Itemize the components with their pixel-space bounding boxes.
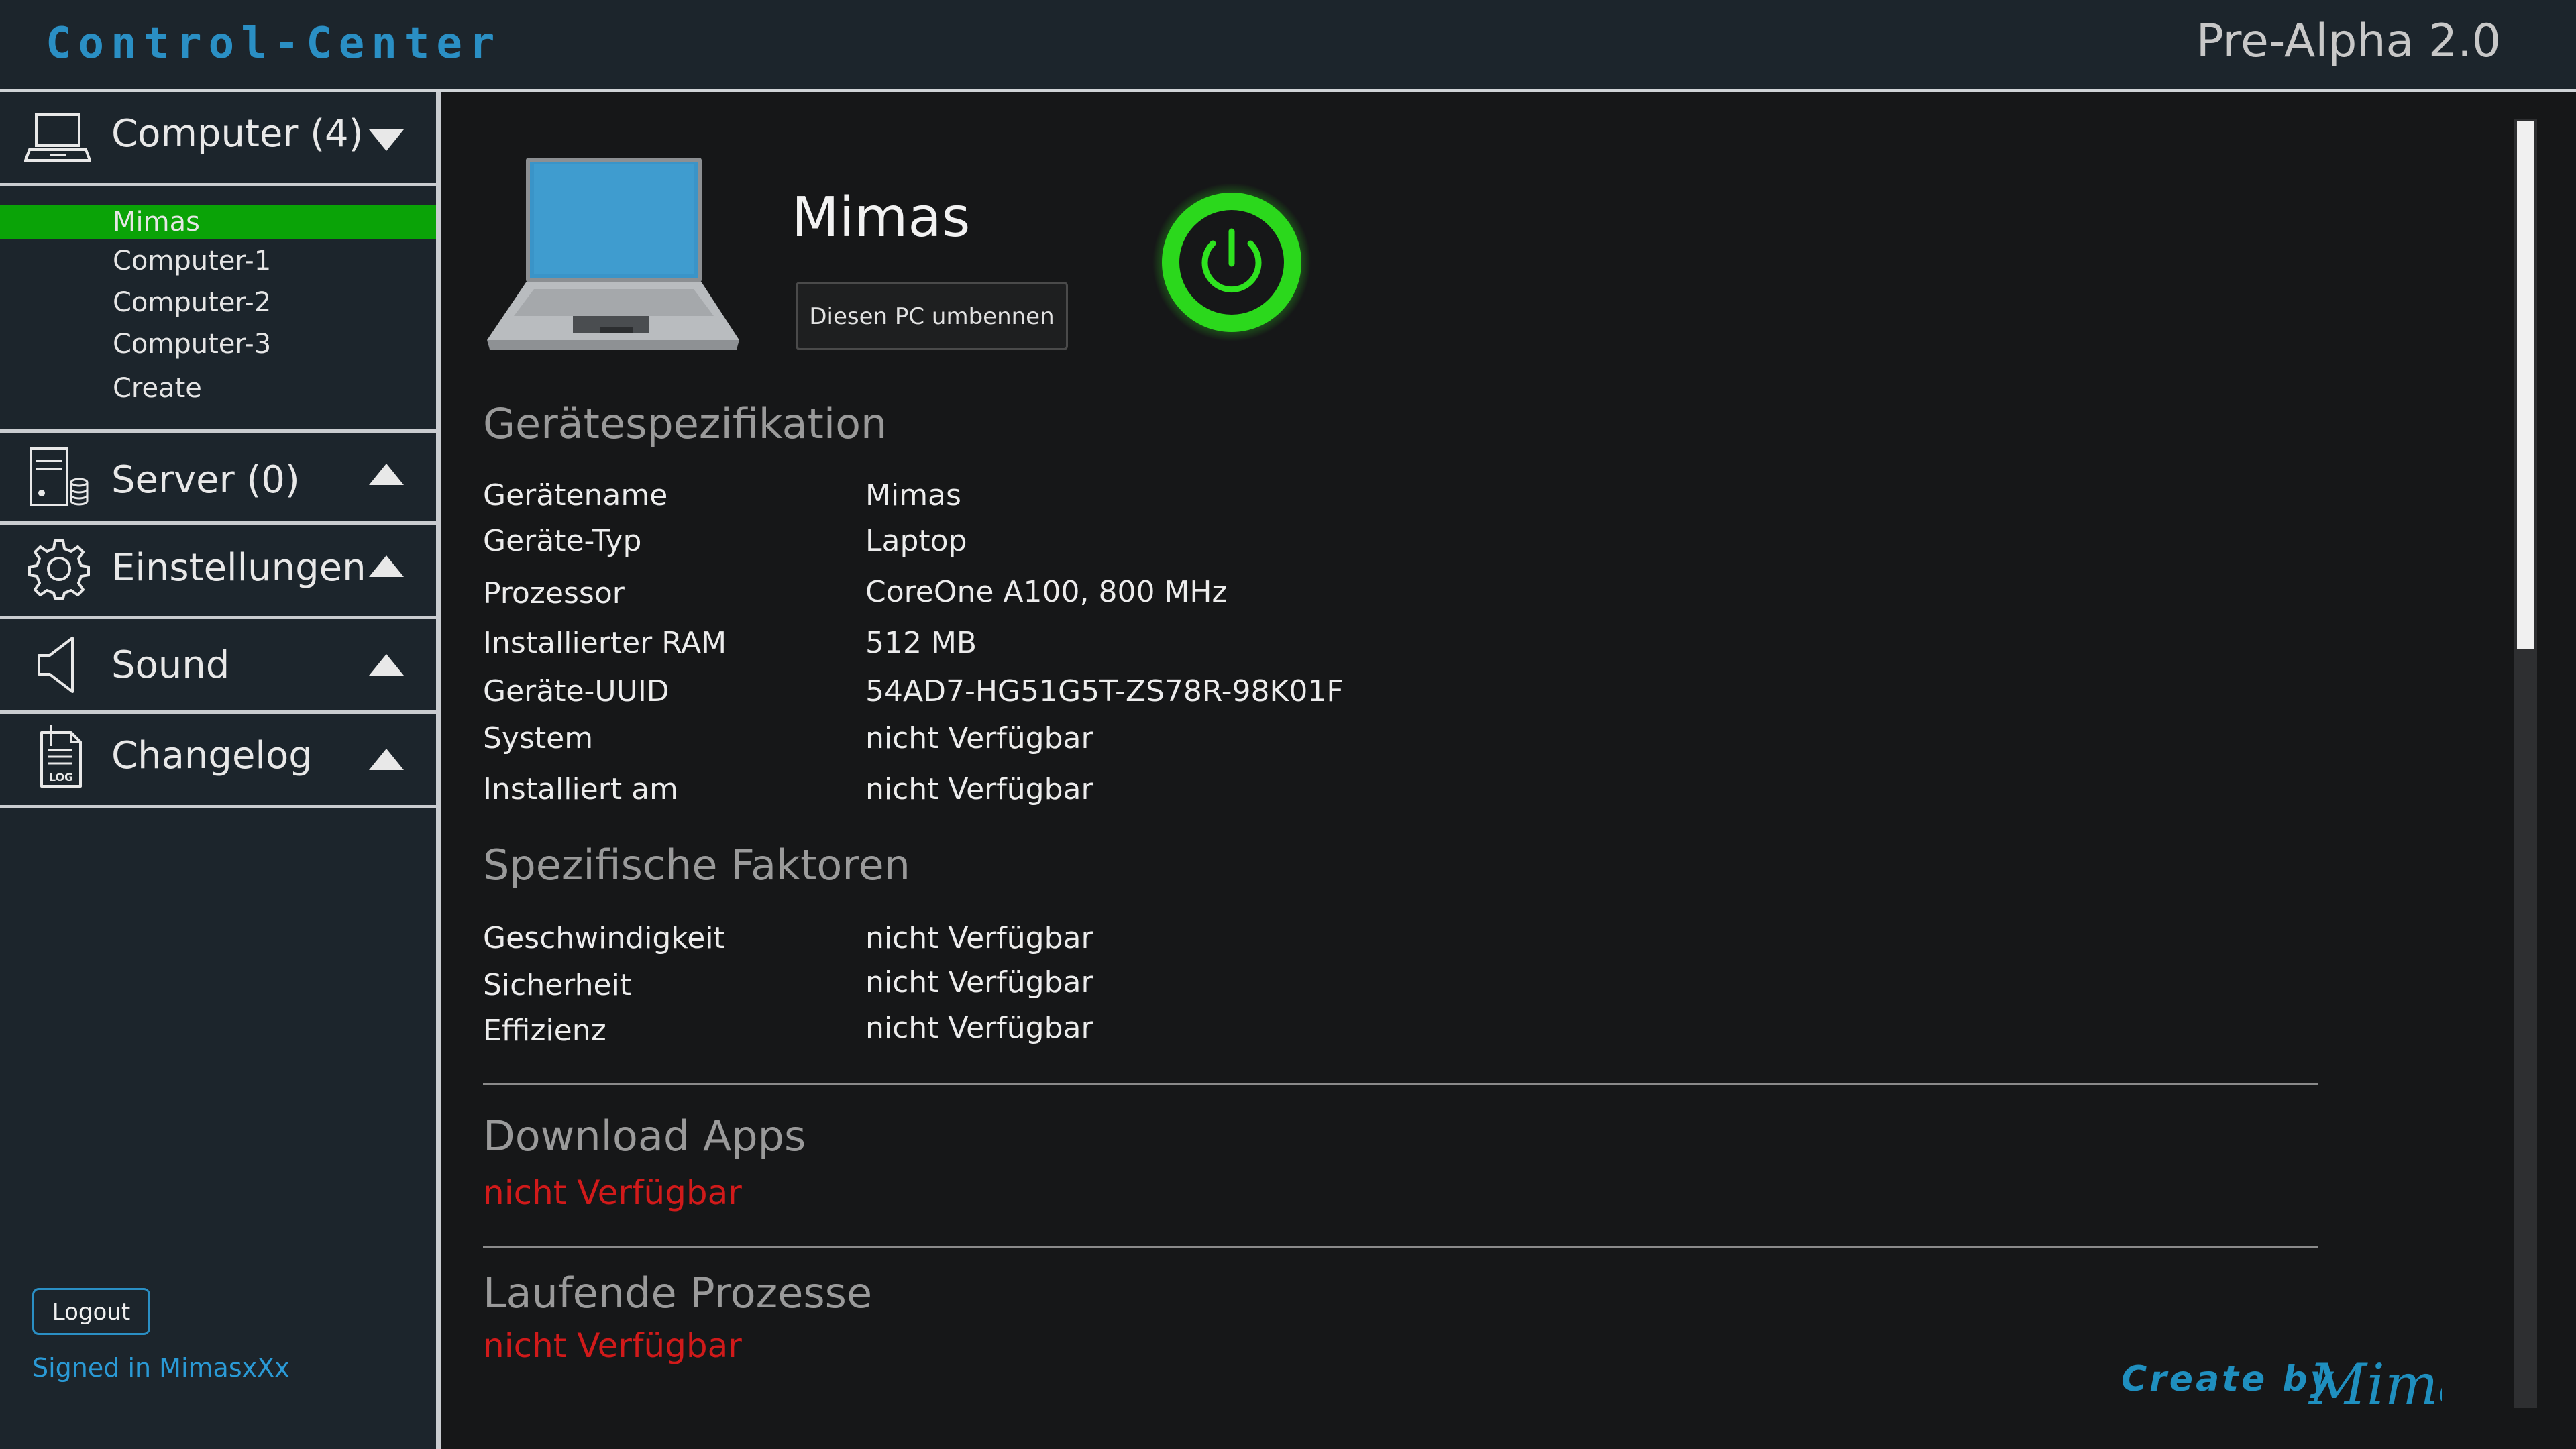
svg-text:Mimas: Mimas <box>2308 1352 2442 1417</box>
spec-value: 512 MB <box>865 626 977 660</box>
computer-item-label: Create <box>113 373 202 404</box>
spec-value: Mimas <box>865 478 961 513</box>
sidebar-section-changelog[interactable]: LOG Changelog <box>0 714 436 808</box>
speaker-icon <box>38 637 74 693</box>
laptop-icon <box>24 113 91 162</box>
sidebar-section-computer[interactable]: Computer (4) <box>0 92 436 186</box>
sidebar-section-sound[interactable]: Sound <box>0 619 436 714</box>
spec-label: Geräte-UUID <box>483 674 669 708</box>
logout-button[interactable]: Logout <box>32 1288 150 1335</box>
version-label: Pre-Alpha 2.0 <box>2196 15 2501 68</box>
divider <box>483 1246 2318 1248</box>
computer-item-label: Computer-3 <box>113 329 272 360</box>
processes-section-title: Laufende Prozesse <box>483 1269 873 1318</box>
top-bar: Control-Center Pre-Alpha 2.0 <box>0 0 2576 92</box>
computer-item-computer-1[interactable]: Computer-1 <box>0 244 436 278</box>
rename-pc-button[interactable]: Diesen PC umbennen <box>796 282 1068 350</box>
factor-value: nicht Verfügbar <box>865 1011 1093 1045</box>
chevron-up-icon[interactable] <box>368 651 405 678</box>
spec-label: Geräte-Typ <box>483 524 642 558</box>
gear-icon <box>28 539 90 600</box>
factor-value: nicht Verfügbar <box>865 965 1093 1000</box>
signed-in-status: Signed in MimasxXx <box>32 1353 290 1383</box>
sidebar-section-label: Sound <box>111 643 230 687</box>
spec-section-title: Gerätespezifikation <box>483 399 888 448</box>
svg-text:Create by: Create by <box>2121 1359 2336 1399</box>
factor-value: nicht Verfügbar <box>865 921 1093 955</box>
pc-name: Mimas <box>792 186 971 250</box>
server-icon <box>30 447 89 506</box>
create-computer-item[interactable]: Create <box>0 371 436 406</box>
spec-value: nicht Verfügbar <box>865 772 1093 806</box>
chevron-up-icon[interactable] <box>368 746 405 773</box>
divider <box>483 1083 2318 1085</box>
power-button[interactable] <box>1151 182 1312 343</box>
computer-item-mimas[interactable]: Mimas <box>0 205 436 239</box>
spec-label: Prozessor <box>483 576 625 610</box>
factor-label: Effizienz <box>483 1014 606 1048</box>
sidebar: Computer (4) Mimas Computer-1 Computer-2… <box>0 92 441 1449</box>
spec-label: Installiert am <box>483 772 678 806</box>
creator-logo: Create by Mimas <box>2121 1352 2442 1417</box>
factors-section-title: Spezifische Faktoren <box>483 841 910 890</box>
spec-value: CoreOne A100, 800 MHz <box>865 575 1228 609</box>
scrollbar-thumb[interactable] <box>2517 121 2534 649</box>
sidebar-section-einstellungen[interactable]: Einstellungen <box>0 525 436 619</box>
factor-label: Geschwindigkeit <box>483 921 725 955</box>
spec-value: 54AD7-HG51G5T-ZS78R-98K01F <box>865 674 1344 708</box>
chevron-up-icon[interactable] <box>368 461 405 488</box>
download-status: nicht Verfügbar <box>483 1173 742 1212</box>
sidebar-section-label: Server (0) <box>111 458 300 502</box>
chevron-up-icon[interactable] <box>368 553 405 580</box>
sidebar-section-label: Einstellungen <box>111 546 366 590</box>
computer-item-label: Computer-2 <box>113 287 272 318</box>
processes-status: nicht Verfügbar <box>483 1326 742 1365</box>
computer-item-label: Computer-1 <box>113 246 272 276</box>
computer-item-computer-3[interactable]: Computer-3 <box>0 327 436 362</box>
sidebar-section-server[interactable]: Server (0) <box>0 433 436 525</box>
laptop-image <box>487 158 739 350</box>
svg-text:LOG: LOG <box>49 771 73 784</box>
sidebar-section-label: Changelog <box>111 734 313 777</box>
chevron-down-icon[interactable] <box>368 127 405 154</box>
spec-value: Laptop <box>865 524 967 558</box>
spec-label: System <box>483 721 594 755</box>
computer-item-computer-2[interactable]: Computer-2 <box>0 285 436 320</box>
main-panel: Mimas Diesen PC umbennen Gerätespezifika… <box>441 92 2576 1449</box>
download-section-title: Download Apps <box>483 1112 806 1161</box>
log-icon: LOG <box>40 724 82 788</box>
factor-label: Sicherheit <box>483 968 632 1002</box>
computer-item-label: Mimas <box>113 207 200 237</box>
spec-value: nicht Verfügbar <box>865 721 1093 755</box>
spec-label: Installierter RAM <box>483 626 727 660</box>
app-title: Control-Center <box>46 19 502 68</box>
spec-label: Gerätename <box>483 478 668 513</box>
sidebar-section-label: Computer (4) <box>111 112 364 156</box>
